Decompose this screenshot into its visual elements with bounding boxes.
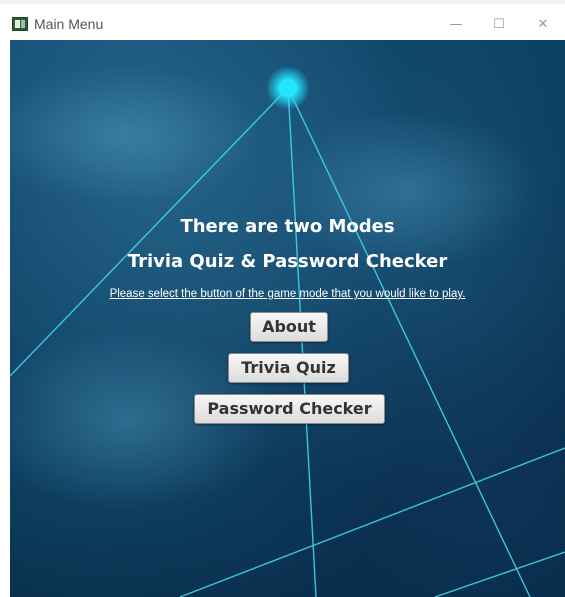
modes-heading: There are two Modes xyxy=(180,216,395,237)
minimize-button[interactable]: — xyxy=(440,14,472,36)
window-title: Main Menu xyxy=(34,16,104,32)
glowing-node-core xyxy=(279,79,297,97)
network-line xyxy=(434,551,565,597)
app-icon xyxy=(12,17,28,31)
menu-content: There are two Modes Trivia Quiz & Passwo… xyxy=(10,40,565,597)
background-haze xyxy=(10,65,260,205)
instruction-text: Please select the button of the game mod… xyxy=(109,288,466,300)
title-bar[interactable]: Main Menu — ☐ ✕ xyxy=(0,0,565,40)
background-haze xyxy=(280,110,540,270)
maximize-button[interactable]: ☐ xyxy=(483,14,515,36)
trivia-quiz-button[interactable]: Trivia Quiz xyxy=(228,353,349,383)
main-menu-window: Main Menu — ☐ ✕ There are two Modes Triv… xyxy=(0,0,565,597)
about-button[interactable]: About xyxy=(250,312,328,342)
close-button[interactable]: ✕ xyxy=(527,14,559,36)
modes-list-heading: Trivia Quiz & Password Checker xyxy=(127,251,448,272)
password-checker-button[interactable]: Password Checker xyxy=(194,394,385,424)
